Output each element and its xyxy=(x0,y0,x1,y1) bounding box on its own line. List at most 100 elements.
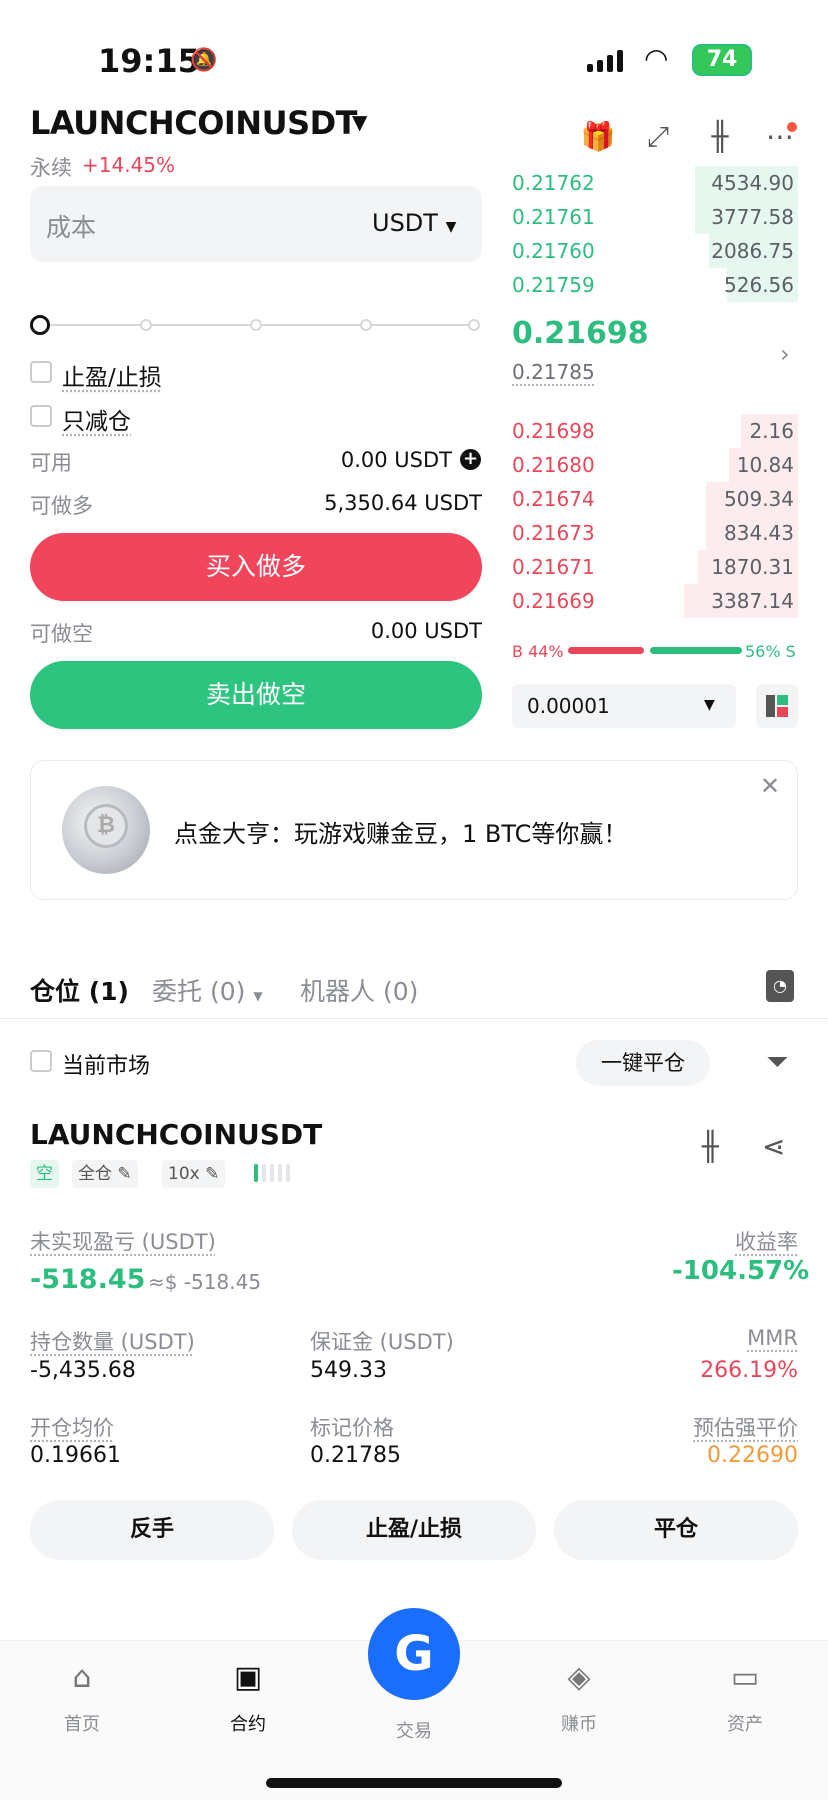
order-book-row[interactable]: 0.21762 4534.90 xyxy=(512,166,798,200)
contract-type: 永续 xyxy=(30,156,72,180)
promo-text: 点金大亨：玩游戏赚金豆，1 BTC等你赢！ xyxy=(174,820,628,848)
order-qty: 10.84 xyxy=(736,453,794,477)
slider-knob[interactable] xyxy=(30,315,50,335)
nav-earn-label: 赚币 xyxy=(561,1714,597,1735)
nav-home[interactable]: ⌂ 首页 xyxy=(27,1660,137,1736)
home-indicator xyxy=(266,1778,562,1788)
nav-trade-label[interactable]: 交易 xyxy=(368,1717,460,1743)
order-book-row[interactable]: 0.21760 2086.75 xyxy=(512,234,798,268)
order-book-row[interactable]: 0.21674 509.34 xyxy=(512,482,798,516)
reduce-only-checkbox[interactable] xyxy=(30,405,52,427)
order-book-row[interactable]: 0.21669 3387.14 xyxy=(512,584,798,618)
close-position-button[interactable]: 平仓 xyxy=(554,1500,798,1560)
wallet-icon: ▭ xyxy=(730,1660,760,1695)
trade-icon[interactable]: G xyxy=(368,1608,460,1700)
order-book-row[interactable]: 0.21680 10.84 xyxy=(512,448,798,482)
unit-selector[interactable]: USDT ▼ xyxy=(372,209,456,237)
close-icon[interactable]: ✕ xyxy=(760,772,780,800)
order-price: 0.21674 xyxy=(512,487,595,511)
unrealized-pnl-label: 未实现盈亏 (USDT) xyxy=(30,1230,216,1254)
mark-price: 0.21785 xyxy=(512,360,595,384)
sell-short-button[interactable]: 卖出做空 xyxy=(30,661,482,729)
unrealized-pnl: -518.45 xyxy=(30,1264,146,1295)
order-history-icon[interactable]: ◔ xyxy=(766,970,794,1002)
order-qty: 526.56 xyxy=(724,273,794,297)
nav-earn[interactable]: ◈ 赚币 xyxy=(524,1660,634,1736)
home-icon: ⌂ xyxy=(72,1660,92,1695)
margin-label: 保证金 (USDT) xyxy=(310,1330,454,1354)
position-symbol[interactable]: LAUNCHCOINUSDT xyxy=(30,1118,322,1151)
slider-node-75[interactable] xyxy=(360,319,372,331)
bitcoin-coin-icon: ₿ xyxy=(84,804,128,848)
order-book-row[interactable]: 0.21761 3777.58 xyxy=(512,200,798,234)
buy-long-button[interactable]: 买入做多 xyxy=(30,533,482,601)
tab-orders-label: 委托 (0) xyxy=(152,977,246,1006)
side-badge: 空 xyxy=(30,1160,59,1188)
caret-down-icon: ▼ xyxy=(253,989,263,1003)
caret-down-icon: ▼ xyxy=(704,697,715,713)
book-layout-button[interactable] xyxy=(756,684,798,728)
edit-icon: ✎ xyxy=(205,1164,220,1184)
layout-icon xyxy=(766,695,788,717)
order-book-row[interactable]: 0.21698 2.16 xyxy=(512,414,798,448)
price-change: +14.45% xyxy=(82,153,176,177)
tab-positions[interactable]: 仓位 (1) xyxy=(30,972,129,1008)
share-icon[interactable]: ⋖ xyxy=(762,1130,785,1163)
current-market-checkbox[interactable] xyxy=(30,1050,52,1072)
entry-price-label: 开仓均价 xyxy=(30,1416,114,1440)
order-price: 0.21669 xyxy=(512,589,595,613)
slider-node-50[interactable] xyxy=(250,319,262,331)
buy-ratio-bar xyxy=(568,647,644,654)
reduce-only-label[interactable]: 只减仓 xyxy=(62,402,131,436)
order-qty: 2.16 xyxy=(749,419,794,443)
order-book-row[interactable]: 0.21759 526.56 xyxy=(512,268,798,302)
current-market-label[interactable]: 当前市场 xyxy=(62,1048,150,1080)
order-qty: 834.43 xyxy=(724,521,794,545)
gift-icon[interactable]: 🎁 xyxy=(578,120,618,153)
cost-placeholder: 成本 xyxy=(46,213,97,242)
margin-value: 549.33 xyxy=(310,1358,387,1383)
bell-muted-icon: 🔕 xyxy=(190,48,218,73)
order-qty: 1870.31 xyxy=(711,555,794,579)
filter-icon[interactable]: ⏷ xyxy=(766,1045,788,1079)
tpsl-label[interactable]: 止盈/止损 xyxy=(62,358,162,392)
battery-icon: 74 xyxy=(692,44,752,76)
available-label: 可用 xyxy=(30,451,72,475)
pair-title[interactable]: LAUNCHCOINUSDT xyxy=(30,104,358,142)
chevron-right-icon[interactable]: › xyxy=(780,340,790,368)
candlestick-icon[interactable]: ╫ xyxy=(700,120,740,153)
max-short-value: 0.00 USDT xyxy=(370,619,482,643)
order-qty: 509.34 xyxy=(724,487,794,511)
tab-bots[interactable]: 机器人 (0) xyxy=(300,972,418,1008)
tpsl-checkbox[interactable] xyxy=(30,361,52,383)
precision-value: 0.00001 xyxy=(527,694,610,718)
margin-mode-badge[interactable]: 全仓 ✎ xyxy=(72,1160,138,1188)
chart-swap-icon[interactable]: ⤢ xyxy=(638,120,678,154)
order-book-row[interactable]: 0.21673 834.43 xyxy=(512,516,798,550)
close-all-button[interactable]: 一键平仓 xyxy=(576,1040,710,1086)
caret-down-icon[interactable]: ▼ xyxy=(352,110,367,134)
leverage-badge[interactable]: 10x ✎ xyxy=(162,1160,226,1188)
margin-mode-label: 全仓 xyxy=(78,1164,112,1184)
tpsl-button[interactable]: 止盈/止损 xyxy=(292,1500,536,1560)
tab-orders[interactable]: 委托 (0) ▼ xyxy=(152,972,263,1008)
wifi-icon: ◠ xyxy=(644,42,669,75)
transfer-plus-icon[interactable]: + xyxy=(460,449,481,470)
mmr-value: 266.19% xyxy=(700,1358,798,1383)
slider-node-25[interactable] xyxy=(140,319,152,331)
reverse-button[interactable]: 反手 xyxy=(30,1500,274,1560)
order-qty: 3387.14 xyxy=(711,589,794,613)
max-short-label: 可做空 xyxy=(30,622,93,646)
last-price: 0.21698 xyxy=(512,316,649,351)
caret-down-icon: ▼ xyxy=(445,219,457,235)
liq-price-label: 预估强平价 xyxy=(693,1416,798,1440)
mark-price-label: 标记价格 xyxy=(310,1416,394,1440)
adl-indicator xyxy=(254,1164,290,1182)
signal-icon xyxy=(587,48,623,72)
nav-assets[interactable]: ▭ 资产 xyxy=(690,1660,800,1736)
leverage-label: 10x xyxy=(168,1164,200,1184)
candlestick-icon[interactable]: ╫ xyxy=(702,1130,719,1163)
nav-futures[interactable]: ▣ 合约 xyxy=(193,1660,303,1736)
slider-node-100[interactable] xyxy=(468,319,480,331)
order-book-row[interactable]: 0.21671 1870.31 xyxy=(512,550,798,584)
